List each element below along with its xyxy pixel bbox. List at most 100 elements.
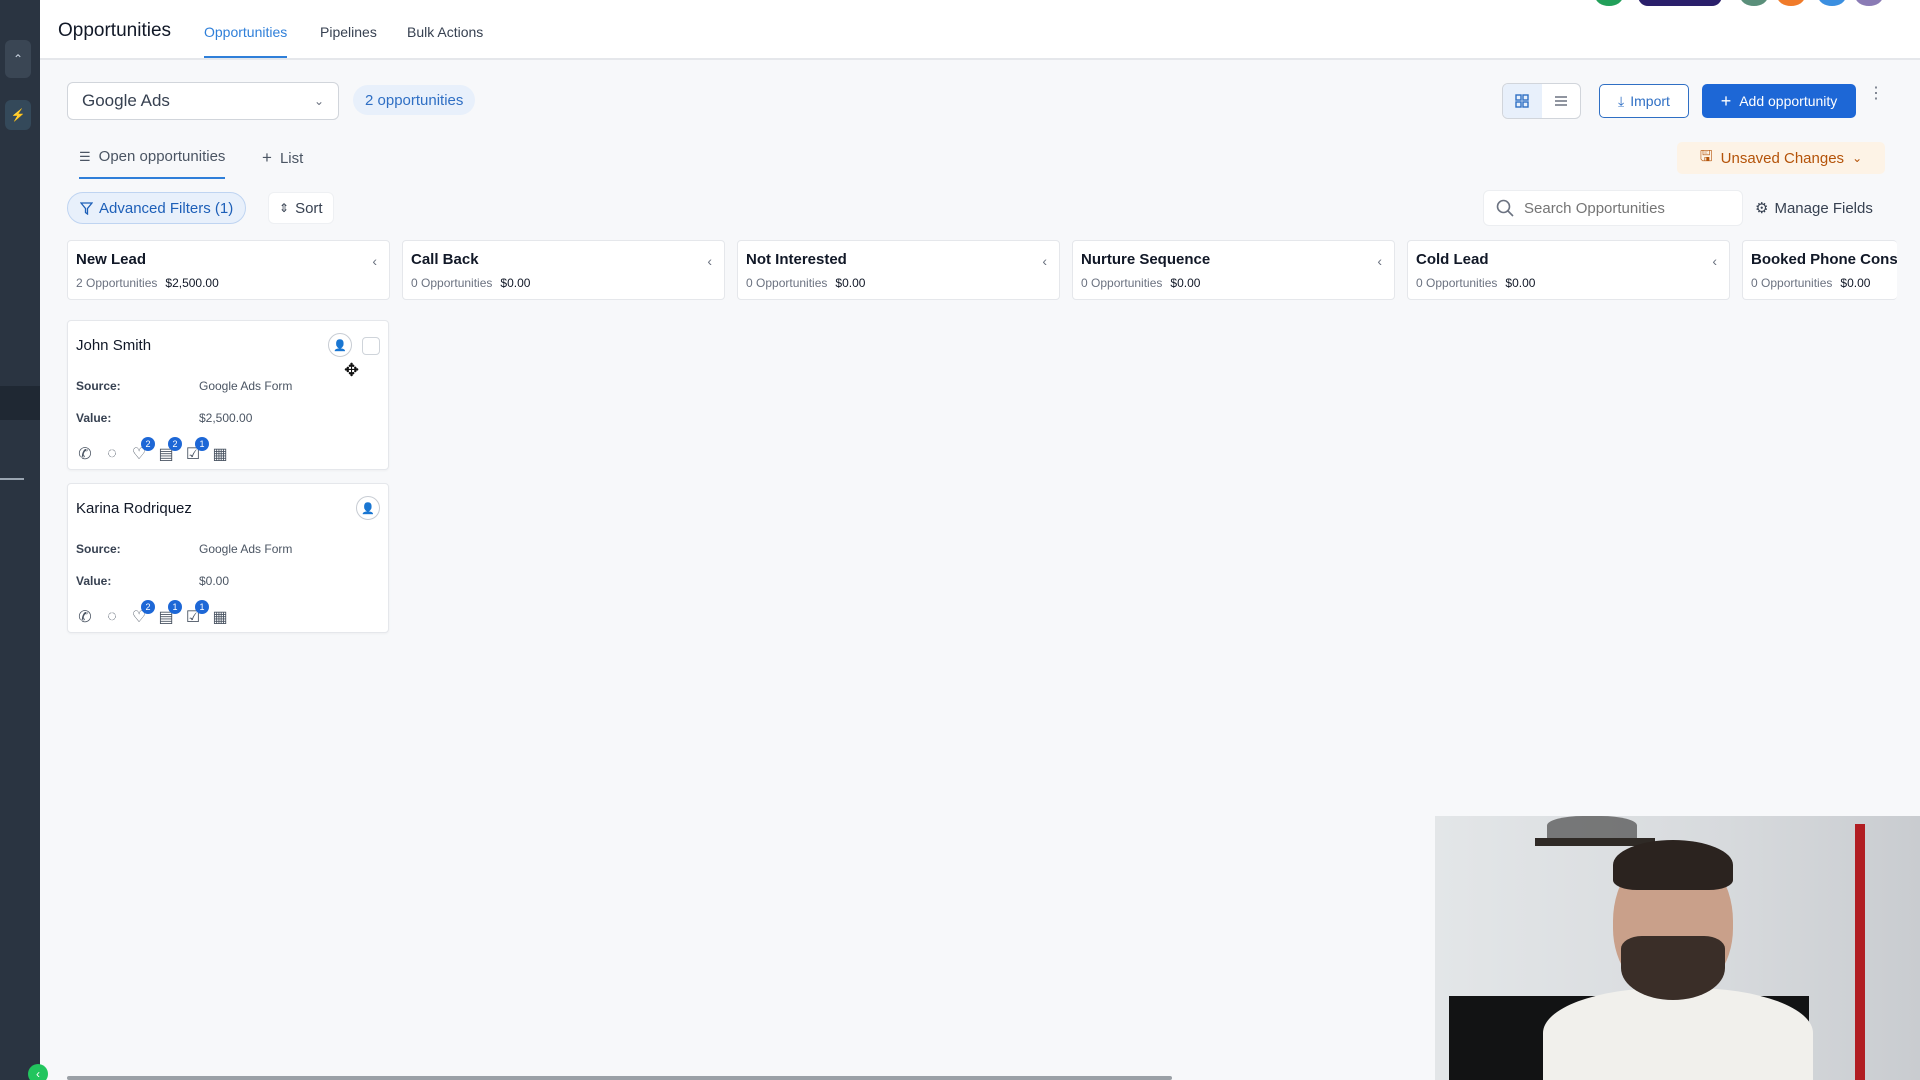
- collapse-chevron-icon[interactable]: ‹: [707, 253, 712, 269]
- value-amount: $2,500.00: [199, 411, 253, 425]
- quick-action-icon[interactable]: ⚡: [5, 100, 31, 130]
- message-icon[interactable]: ◌: [103, 608, 121, 626]
- view-toggle: [1502, 83, 1581, 119]
- stage-title: Booked Phone Cons: [1751, 251, 1897, 268]
- tab-pipelines[interactable]: Pipelines: [320, 24, 377, 56]
- sort-label: Sort: [295, 199, 323, 217]
- tab-opportunities[interactable]: Opportunities: [204, 24, 288, 58]
- stage-column-not-interested[interactable]: Not Interested 0 Opportunities $0.00 ‹: [737, 240, 1060, 300]
- open-opportunities-label: Open opportunities: [98, 148, 226, 165]
- source-value: Google Ads Form: [199, 542, 293, 556]
- contact-name[interactable]: Karina Rodriquez: [76, 500, 192, 517]
- top-header: Opportunities Opportunities Pipelines Bu…: [40, 0, 1920, 60]
- opportunity-card[interactable]: John Smith 👤 Source: Google Ads Form Val…: [67, 320, 389, 470]
- search-box: [1483, 190, 1743, 226]
- avatar[interactable]: [1818, 0, 1846, 6]
- tag-count-badge: 2: [141, 600, 155, 614]
- avatar[interactable]: [1740, 0, 1768, 6]
- assign-user-icon[interactable]: 👤: [356, 496, 380, 520]
- notes-icon[interactable]: ▤ 1: [157, 600, 182, 626]
- stage-summary: 2 Opportunities $2,500.00: [76, 276, 219, 290]
- page-title: Opportunities: [58, 20, 172, 41]
- stage-title: Nurture Sequence: [1081, 251, 1211, 268]
- source-label: Source:: [76, 379, 121, 393]
- message-icon[interactable]: ◌: [103, 445, 121, 463]
- stage-column-booked-phone-cons[interactable]: Booked Phone Cons 0 Opportunities $0.00: [1742, 240, 1897, 300]
- stage-summary: 0 Opportunities $0.00: [1081, 276, 1201, 290]
- contact-name[interactable]: John Smith: [76, 337, 151, 354]
- source-label: Source:: [76, 542, 121, 556]
- stage-title: Cold Lead: [1416, 251, 1489, 268]
- collapse-chevron-icon[interactable]: ‹: [1712, 253, 1717, 269]
- tag-count-badge: 2: [141, 437, 155, 451]
- advanced-filters-button[interactable]: Advanced Filters (1): [67, 192, 247, 224]
- avatar[interactable]: [1595, 0, 1623, 6]
- value-label: Value:: [76, 574, 112, 588]
- card-checkbox[interactable]: [362, 337, 380, 355]
- avatar[interactable]: [1777, 0, 1805, 6]
- phone-icon[interactable]: ✆: [76, 608, 94, 626]
- sort-icon: ⇕: [279, 201, 290, 215]
- list-view-icon[interactable]: [1542, 84, 1581, 118]
- sort-button[interactable]: ⇕ Sort: [268, 192, 334, 224]
- unsaved-changes-button[interactable]: 🖫 Unsaved Changes ⌄: [1677, 142, 1885, 174]
- manage-fields-button[interactable]: ⚙ Manage Fields: [1755, 192, 1873, 224]
- pipeline-select[interactable]: Google Ads ⌄: [67, 82, 339, 120]
- horizontal-scrollbar[interactable]: [67, 1076, 1172, 1080]
- sidebar-collapse-button[interactable]: ‹: [28, 1064, 48, 1080]
- tasks-icon[interactable]: ☑ 1: [184, 437, 209, 463]
- chevron-down-icon: ⌄: [1852, 151, 1863, 165]
- card-actions: ✆ ◌ ♡ 2 ▤ 2 ☑ 1 ▦: [76, 437, 229, 463]
- import-label: Import: [1630, 93, 1670, 109]
- stage-title: Not Interested: [746, 251, 847, 268]
- avatar[interactable]: [1855, 0, 1883, 6]
- save-icon: 🖫: [1699, 147, 1713, 165]
- calendar-icon[interactable]: ▦: [211, 608, 229, 626]
- more-options-icon[interactable]: ⋮: [1868, 86, 1884, 102]
- add-list-label: List: [279, 149, 304, 167]
- tab-bulk-actions[interactable]: Bulk Actions: [407, 24, 483, 56]
- tasks-icon[interactable]: ☑ 1: [184, 600, 209, 626]
- tasks-count-badge: 1: [195, 600, 209, 614]
- stage-summary: 0 Opportunities $0.00: [1751, 276, 1871, 290]
- collapse-chevron-icon[interactable]: ‹: [372, 253, 377, 269]
- account-pill[interactable]: [1638, 0, 1722, 6]
- search-input[interactable]: [1524, 199, 1714, 217]
- advanced-filters-label: Advanced Filters (1): [99, 199, 234, 217]
- plus-icon: +: [262, 148, 272, 167]
- calendar-icon[interactable]: ▦: [211, 445, 229, 463]
- tag-icon[interactable]: ♡ 2: [130, 437, 155, 463]
- tag-icon[interactable]: ♡ 2: [130, 600, 155, 626]
- download-icon: ⤓: [1618, 92, 1625, 109]
- chevron-down-icon: ⌄: [313, 94, 324, 108]
- phone-icon[interactable]: ✆: [76, 445, 94, 463]
- stage-title: Call Back: [411, 251, 479, 268]
- sidebar-divider: [0, 478, 24, 480]
- unsaved-changes-label: Unsaved Changes: [1720, 149, 1845, 167]
- collapse-chevron-icon[interactable]: ‹: [1377, 253, 1382, 269]
- list-icon: ☰: [79, 148, 91, 164]
- stage-title: New Lead: [76, 251, 147, 268]
- opportunity-card[interactable]: Karina Rodriquez 👤 Source: Google Ads Fo…: [67, 483, 389, 633]
- location-switcher-button[interactable]: ⌃: [5, 40, 31, 78]
- add-list-tab[interactable]: + List: [262, 148, 303, 180]
- sidebar-active-item[interactable]: [0, 386, 40, 420]
- filter-icon: [80, 201, 93, 215]
- add-opportunity-label: Add opportunity: [1739, 93, 1838, 109]
- stage-column-new-lead[interactable]: New Lead 2 Opportunities $2,500.00 ‹: [67, 240, 390, 300]
- tab-open-opportunities[interactable]: ☰ Open opportunities: [79, 148, 226, 179]
- move-cursor-icon: ✥: [344, 360, 360, 380]
- value-label: Value:: [76, 411, 112, 425]
- add-opportunity-button[interactable]: + Add opportunity: [1702, 84, 1856, 118]
- import-button[interactable]: ⤓ Import: [1599, 84, 1689, 118]
- stage-summary: 0 Opportunities $0.00: [746, 276, 866, 290]
- search-icon: [1496, 199, 1514, 217]
- notes-count-badge: 2: [168, 437, 182, 451]
- stage-column-nurture-sequence[interactable]: Nurture Sequence 0 Opportunities $0.00 ‹: [1072, 240, 1395, 300]
- stage-column-call-back[interactable]: Call Back 0 Opportunities $0.00 ‹: [402, 240, 725, 300]
- collapse-chevron-icon[interactable]: ‹: [1042, 253, 1047, 269]
- assign-user-icon[interactable]: 👤: [328, 333, 352, 357]
- notes-icon[interactable]: ▤ 2: [157, 437, 182, 463]
- grid-view-icon[interactable]: [1503, 84, 1542, 118]
- stage-column-cold-lead[interactable]: Cold Lead 0 Opportunities $0.00 ‹: [1407, 240, 1730, 300]
